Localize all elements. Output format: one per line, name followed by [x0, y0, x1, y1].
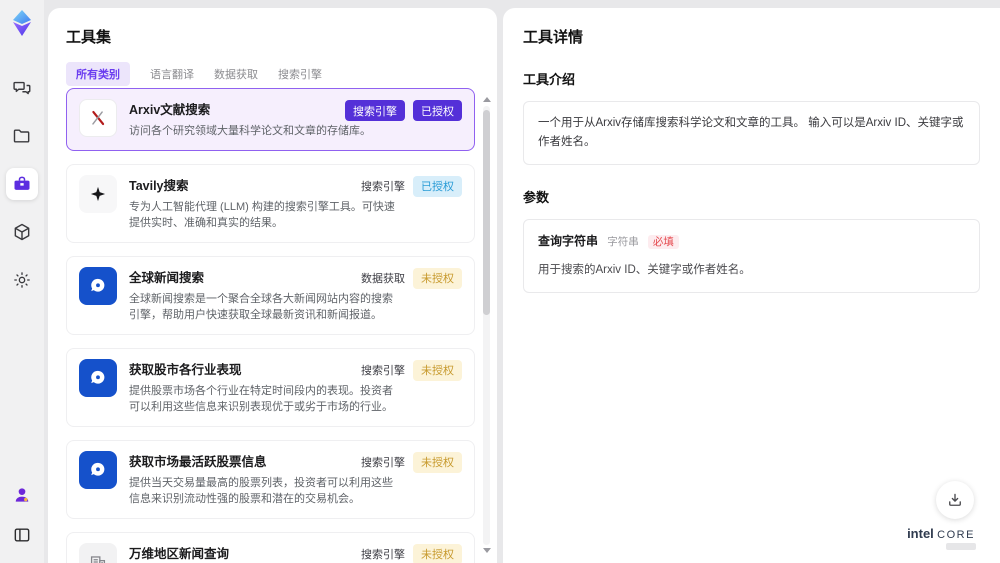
auth-badge: 未授权 [413, 543, 462, 563]
rail-bottom [6, 479, 38, 551]
tool-desc: 提供当天交易量最高的股票列表，投资者可以利用这些信息来识别流动性强的股票和潜在的… [129, 476, 393, 506]
param-desc: 用于搜索的Arxiv ID、关键字或作者姓名。 [538, 263, 751, 276]
core-wordmark: CORE [937, 529, 975, 541]
tool-title: 万维地区新闻查询 [129, 546, 230, 561]
params-heading: 参数 [523, 189, 550, 205]
tool-card-arxiv[interactable]: Arxiv文献搜索 访问各个研究领域大量科学论文和文章的存储库。 搜索引擎 已授… [66, 88, 475, 151]
tab-language-translation[interactable]: 语言翻译 [150, 66, 194, 82]
category-label: 搜索引擎 [361, 181, 405, 193]
building-icon [79, 542, 117, 563]
toolbox-icon[interactable] [6, 168, 38, 200]
auth-badge: 未授权 [413, 267, 462, 289]
arxiv-icon [79, 99, 117, 137]
download-icon [949, 493, 961, 506]
category-label: 搜索引擎 [361, 549, 405, 561]
tool-title: Tavily搜索 [129, 178, 189, 193]
settings-icon[interactable] [6, 264, 38, 296]
page-title: 工具集 [66, 29, 112, 46]
tool-title: 全球新闻搜索 [129, 270, 205, 285]
rail-nav [6, 72, 38, 296]
intel-core-logo: intel CORE [904, 526, 978, 550]
tool-details-panel: 工具详情 工具介绍 一个用于从Arxiv存储库搜索科学论文和文章的工具。 输入可… [503, 8, 1000, 563]
intel-sub-badge [946, 543, 976, 550]
param-type: 字符串 [607, 235, 639, 248]
category-label: 搜索引擎 [361, 457, 405, 469]
news-bubble-icon [79, 358, 117, 397]
param-required-badge: 必填 [647, 234, 679, 249]
profile-icon[interactable] [6, 479, 38, 511]
package-icon[interactable] [6, 216, 38, 248]
tavily-star-icon [79, 174, 117, 213]
details-title: 工具详情 [523, 29, 584, 46]
tab-all-categories[interactable]: 所有类别 [66, 62, 130, 86]
folder-icon[interactable] [6, 120, 38, 152]
scroll-up-arrow[interactable] [482, 96, 491, 104]
tool-title: 获取股市各行业表现 [129, 362, 242, 377]
category-badge: 搜索引擎 [345, 100, 405, 121]
tool-list: Arxiv文献搜索 访问各个研究领域大量科学论文和文章的存储库。 搜索引擎 已授… [66, 88, 491, 563]
app-logo [7, 8, 37, 38]
chat-icon[interactable] [6, 72, 38, 104]
scrollbar-thumb[interactable] [483, 110, 490, 315]
intel-wordmark: intel [907, 526, 934, 541]
tool-title: 获取市场最活跃股票信息 [129, 454, 267, 469]
tab-data-fetch[interactable]: 数据获取 [214, 66, 258, 82]
tools-panel: 工具集 所有类别 语言翻译 数据获取 搜索引擎 Arxiv文献搜索 访问各个研究… [48, 8, 497, 563]
tool-card-active-stocks[interactable]: 获取市场最活跃股票信息 提供当天交易量最高的股票列表，投资者可以利用这些信息来识… [66, 439, 475, 519]
tool-card-regional-news[interactable]: 万维地区新闻查询 查询具体行政区划内的新闻，快速了解各地新闻动 搜索引擎 未授权 [66, 531, 475, 563]
tool-desc: 提供股票市场各个行业在特定时间段内的表现。投资者可以利用这些信息来识别表现优于或… [129, 384, 393, 414]
tool-desc: 全球新闻搜索是一个聚合全球各大新闻网站内容的搜索引擎，帮助用户快速获取全球最新资… [129, 292, 393, 322]
collapse-panel-icon[interactable] [6, 519, 38, 551]
scroll-down-arrow[interactable] [482, 547, 491, 555]
sidebar-rail [0, 0, 44, 563]
param-box: 查询字符串 字符串 必填 用于搜索的Arxiv ID、关键字或作者姓名。 [523, 218, 980, 293]
category-label: 数据获取 [361, 273, 405, 285]
list-scrollbar[interactable] [482, 96, 491, 555]
tool-card-global-news[interactable]: 全球新闻搜索 全球新闻搜索是一个聚合全球各大新闻网站内容的搜索引擎，帮助用户快速… [66, 255, 475, 335]
intro-heading: 工具介绍 [523, 72, 576, 87]
tool-desc: 访问各个研究领域大量科学论文和文章的存储库。 [129, 125, 371, 137]
tool-title: Arxiv文献搜索 [129, 103, 211, 117]
intro-box: 一个用于从Arxiv存储库搜索科学论文和文章的工具。 输入可以是Arxiv ID… [523, 101, 980, 165]
param-name: 查询字符串 [538, 233, 599, 248]
auth-badge: 未授权 [413, 451, 462, 473]
category-label: 搜索引擎 [361, 365, 405, 377]
auth-badge: 已授权 [413, 100, 462, 121]
download-button[interactable] [936, 481, 974, 519]
tool-desc: 专为人工智能代理 (LLM) 构建的搜索引擎工具。可快速提供实时、准确和真实的结… [129, 200, 395, 230]
auth-badge: 已授权 [413, 175, 462, 197]
tool-card-sector-performance[interactable]: 获取股市各行业表现 提供股票市场各个行业在特定时间段内的表现。投资者可以利用这些… [66, 347, 475, 427]
tool-card-tavily[interactable]: Tavily搜索 专为人工智能代理 (LLM) 构建的搜索引擎工具。可快速提供实… [66, 163, 475, 243]
category-tabs: 所有类别 语言翻译 数据获取 搜索引擎 [66, 62, 479, 86]
auth-badge: 未授权 [413, 359, 462, 381]
news-bubble-icon [79, 266, 117, 305]
tab-search-engine[interactable]: 搜索引擎 [278, 66, 322, 82]
news-bubble-icon [79, 450, 117, 489]
